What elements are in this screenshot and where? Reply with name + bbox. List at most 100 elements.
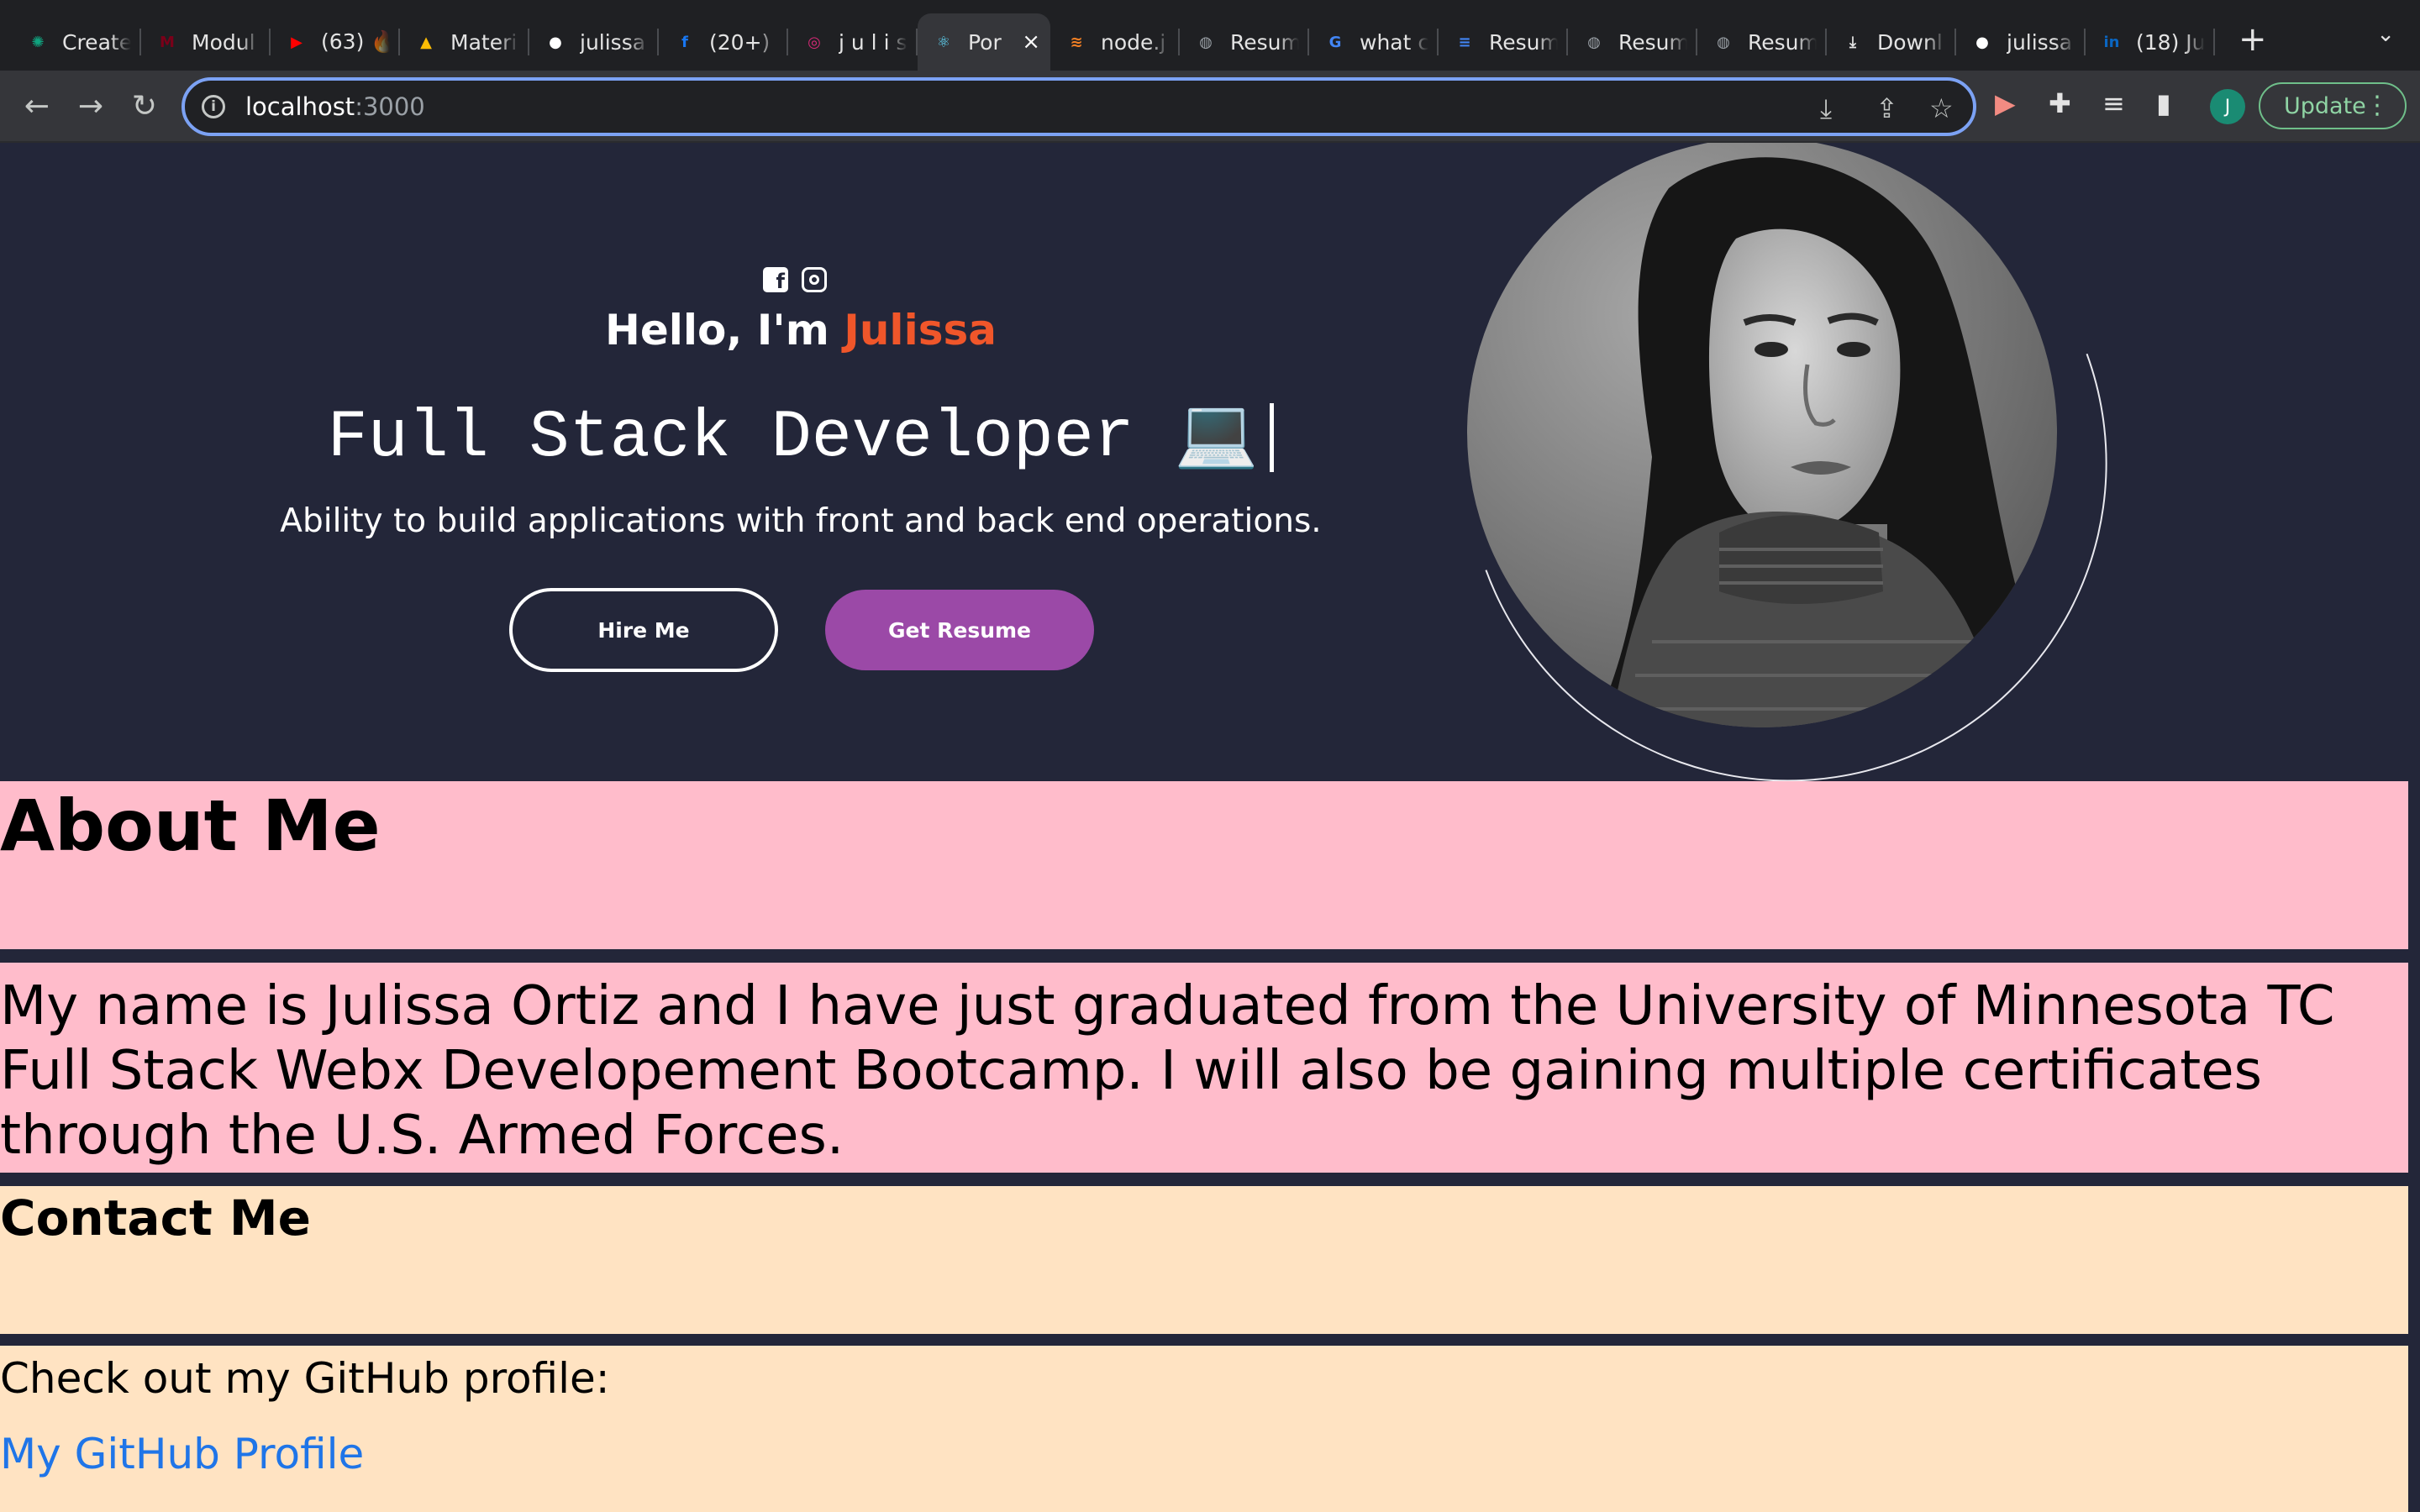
browser-tab[interactable]: ✺ Create — [12, 13, 141, 71]
tab-title: julissa — [2007, 29, 2073, 55]
browser-tab[interactable]: ◎ j u l i s — [788, 13, 918, 71]
browser-tab[interactable]: in (18) Ju — [2086, 13, 2215, 71]
tab-title: node.j — [1101, 29, 1166, 55]
browser-tab[interactable]: ● julissa — [1956, 13, 2086, 71]
tab-search-icon[interactable]: ⌄ — [2376, 22, 2395, 47]
profile-photo — [1467, 143, 2057, 727]
greeting-prefix: Hello, I'm — [605, 306, 844, 354]
screen-recorder-extension-icon[interactable]: ▶ — [1995, 87, 2016, 119]
browser-tab[interactable]: M Modul — [141, 13, 271, 71]
tab-title: j u l i s — [839, 29, 908, 55]
page-viewport: f Hello, I'm Julissa Full Stack Develope… — [0, 143, 2420, 1512]
tab-title: Modul — [192, 29, 255, 55]
share-icon[interactable]: ⇪ — [1876, 92, 1898, 124]
download-icon: ⤓ — [1849, 33, 1856, 51]
browser-tab[interactable]: ▲ Materi — [400, 13, 529, 71]
site-info-icon[interactable]: i — [202, 95, 225, 118]
media-queue-icon[interactable]: ≡ — [2102, 87, 2125, 119]
hero-greeting: Hello, I'm Julissa — [0, 306, 1602, 354]
google-drive-icon: ▲ — [420, 33, 432, 51]
side-panel-icon[interactable]: ▮ — [2156, 87, 2171, 119]
about-text-block: My name is Julissa Ortiz and I have just… — [0, 963, 2408, 1173]
stackoverflow-icon: ≋ — [1070, 33, 1083, 51]
tab-title: Materi — [450, 29, 518, 55]
about-description: My name is Julissa Ortiz and I have just… — [0, 975, 2335, 1167]
globe-icon: ◍ — [1199, 33, 1213, 51]
browser-tab[interactable]: ▶ (63) 🔥 — [271, 13, 400, 71]
address-bar[interactable]: i localhost:3000 ⤓ ⇪ ☆ — [182, 77, 1976, 136]
address-url[interactable]: localhost:3000 — [245, 92, 425, 121]
browser-tab[interactable]: ⤓ Downl — [1827, 13, 1956, 71]
hire-me-button[interactable]: Hire Me — [509, 588, 778, 672]
role-text: Full Stack Developer 💻 — [327, 400, 1259, 476]
canvas-m-icon: M — [160, 33, 175, 51]
tab-title: julissa — [580, 29, 646, 55]
browser-tab[interactable]: ⚛ Por × — [918, 13, 1050, 71]
tab-title: Resum — [1230, 29, 1299, 55]
instagram-icon[interactable] — [802, 267, 827, 292]
hero-tagline: Ability to build applications with front… — [280, 502, 1322, 540]
github-icon: ● — [1975, 33, 1989, 51]
social-links: f — [763, 267, 827, 293]
profile-photo-illustration — [1467, 143, 2057, 727]
github-icon: ● — [549, 33, 562, 51]
contact-section: Contact Me — [0, 1186, 2408, 1334]
url-host: localhost — [245, 92, 355, 121]
browser-tab[interactable]: ◍ Resum — [1180, 13, 1309, 71]
tab-title: (63) 🔥 — [321, 29, 390, 54]
tab-title: Resum — [1489, 29, 1558, 55]
tab-separator — [2213, 29, 2215, 55]
tab-title: Create — [62, 29, 131, 55]
browser-tab[interactable]: ≋ node.j — [1050, 13, 1180, 71]
bookmark-star-icon[interactable]: ☆ — [1929, 92, 1954, 124]
browser-tab[interactable]: f (20+) — [659, 13, 788, 71]
tab-title: Downl — [1877, 29, 1943, 55]
youtube-icon: ▶ — [291, 33, 302, 51]
forward-icon[interactable]: → — [71, 86, 111, 126]
react-icon: ⚛ — [936, 33, 951, 51]
get-resume-button[interactable]: Get Resume — [825, 590, 1094, 670]
reload-icon[interactable]: ↻ — [124, 86, 165, 126]
update-label: Update — [2284, 92, 2366, 119]
new-tab-icon[interactable]: + — [2238, 20, 2267, 59]
browser-tab[interactable]: ≡ Resum — [1439, 13, 1568, 71]
update-button[interactable]: Update ⋮ — [2259, 82, 2407, 129]
tab-title: what c — [1360, 29, 1428, 55]
browser-tab[interactable]: Gwhat c — [1309, 13, 1439, 71]
tab-title: (18) Ju — [2136, 29, 2205, 55]
google-icon: G — [1328, 33, 1342, 51]
install-app-icon[interactable]: ⤓ — [1820, 92, 1832, 125]
browser-tab-strip: ✺ Create M Modul ▶ (63) 🔥 ▲ Materi ● julissa f (20+… — [0, 0, 2420, 71]
browser-tab[interactable]: ● julissa — [529, 13, 659, 71]
tab-title: Por — [968, 29, 1002, 55]
browser-toolbar: ← → ↻ i localhost:3000 ⤓ ⇪ ☆ ▶ ✚ ≡ ▮ J U… — [0, 71, 2420, 143]
github-profile-link[interactable]: My GitHub Profile — [0, 1430, 364, 1478]
github-block: Check out my GitHub profile: My GitHub P… — [0, 1346, 2408, 1512]
close-tab-icon[interactable]: × — [1022, 29, 1040, 55]
chatgpt-icon: ✺ — [31, 33, 45, 51]
tab-title: (20+) — [709, 29, 771, 55]
browser-tab[interactable]: ◍ Resum — [1697, 13, 1827, 71]
back-icon[interactable]: ← — [17, 86, 57, 126]
greeting-name: Julissa — [844, 306, 997, 354]
hero-section: f Hello, I'm Julissa Full Stack Develope… — [0, 143, 2420, 887]
browser-tab[interactable]: ◍ Resum — [1568, 13, 1697, 71]
globe-icon: ◍ — [1587, 33, 1601, 51]
linkedin-icon: in — [2103, 33, 2120, 51]
profile-avatar[interactable]: J — [2210, 89, 2245, 124]
url-port: :3000 — [355, 92, 425, 121]
contact-title: Contact Me — [0, 1189, 311, 1247]
typing-cursor — [1270, 402, 1275, 472]
hero-role: Full Stack Developer 💻 — [0, 393, 1602, 476]
more-menu-icon[interactable]: ⋮ — [2365, 91, 2390, 120]
about-section: About Me — [0, 781, 2408, 949]
tab-title: Resum — [1618, 29, 1687, 55]
instagram-icon: ◎ — [808, 33, 821, 51]
google-docs-icon: ≡ — [1458, 33, 1471, 51]
extensions-puzzle-icon[interactable]: ✚ — [2049, 87, 2071, 119]
github-label: Check out my GitHub profile: — [0, 1354, 610, 1403]
about-title: About Me — [0, 785, 381, 867]
facebook-icon: f — [681, 33, 688, 51]
facebook-icon[interactable]: f — [763, 267, 788, 293]
tab-title: Resum — [1748, 29, 1817, 55]
